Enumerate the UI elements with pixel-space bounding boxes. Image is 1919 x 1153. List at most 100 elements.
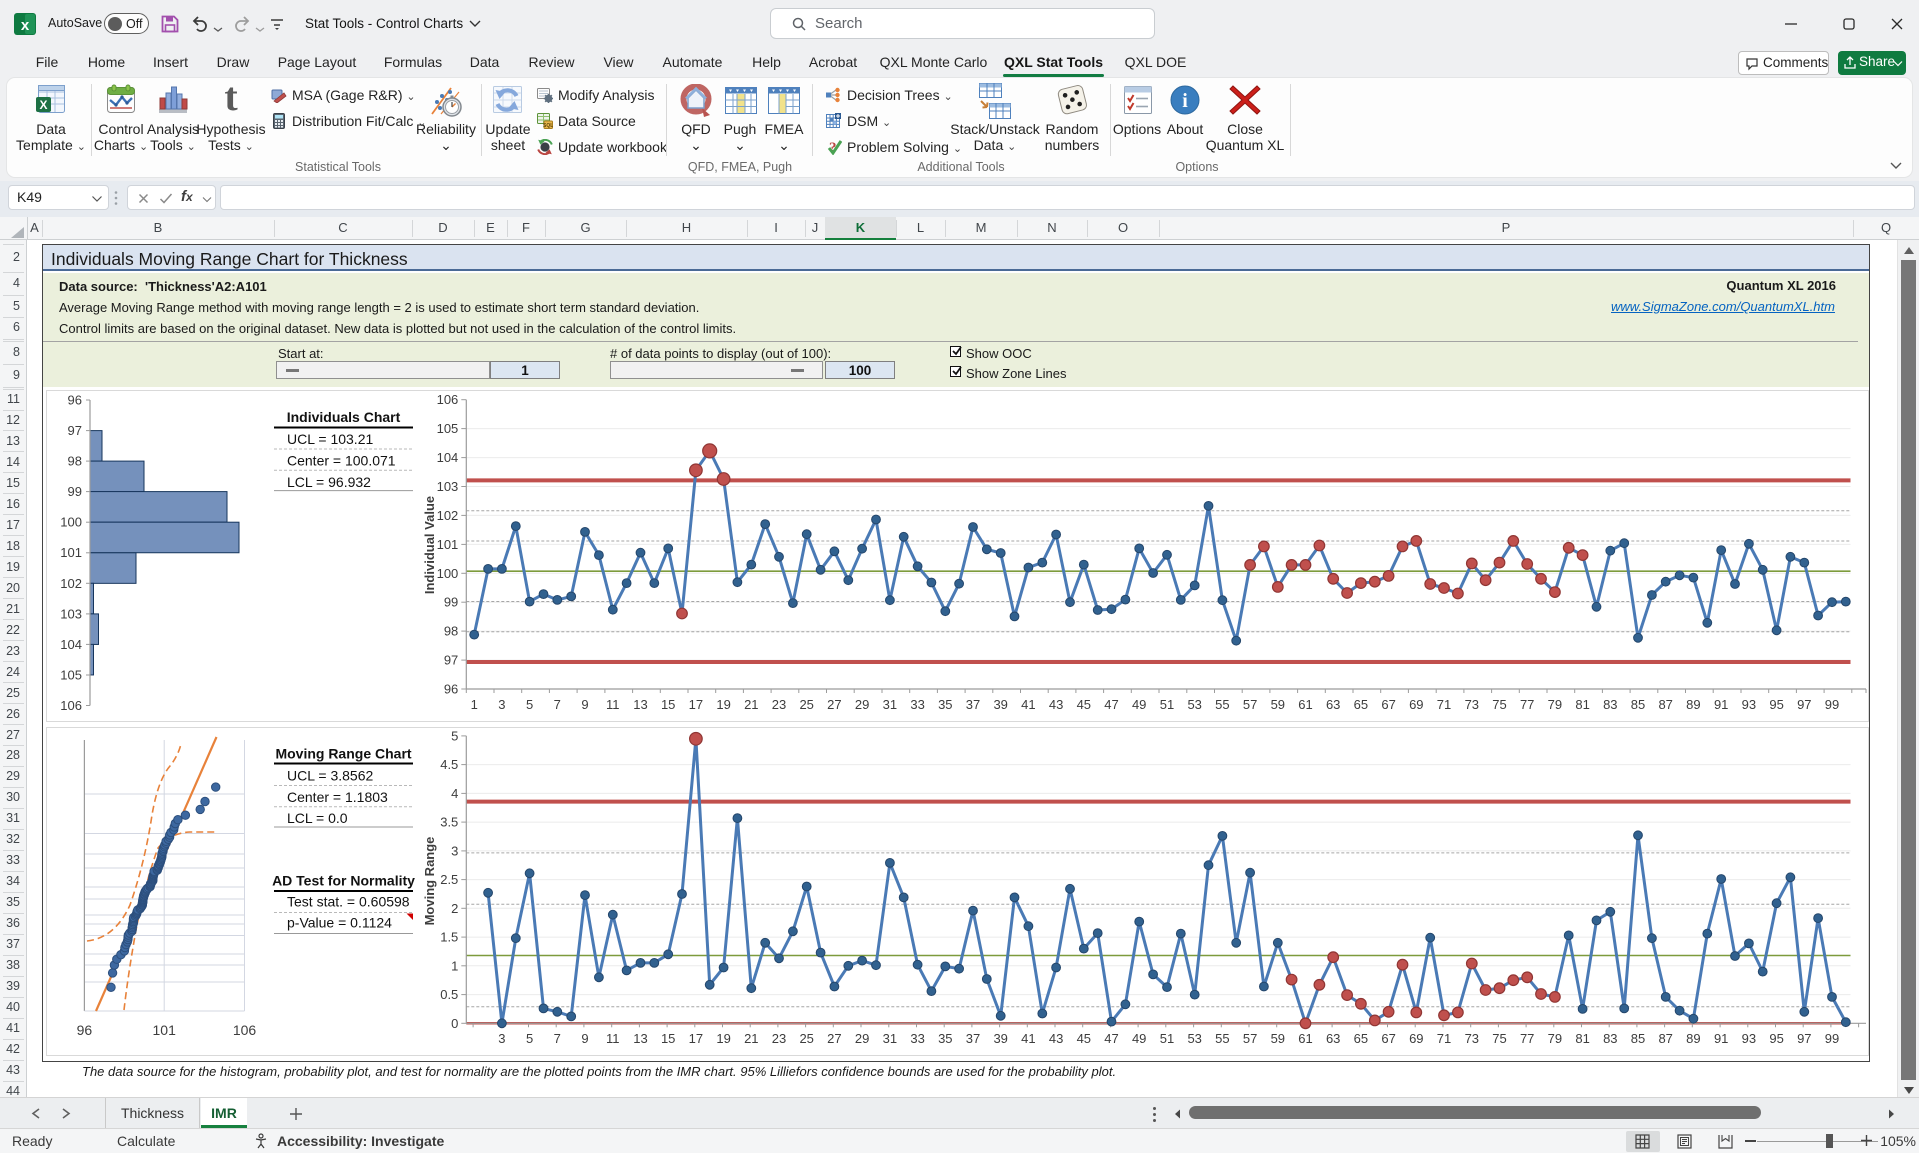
- svg-text:71: 71: [1437, 1031, 1451, 1046]
- svg-text:105: 105: [60, 668, 82, 683]
- svg-text:53: 53: [1187, 697, 1201, 712]
- svg-text:53: 53: [1187, 1031, 1201, 1046]
- svg-text:33: 33: [910, 697, 924, 712]
- svg-text:91: 91: [1714, 1031, 1728, 1046]
- svg-text:25: 25: [799, 697, 813, 712]
- svg-text:104: 104: [60, 637, 82, 652]
- svg-text:43: 43: [1049, 1031, 1063, 1046]
- svg-text:1: 1: [471, 697, 478, 712]
- svg-text:100: 100: [437, 566, 459, 581]
- svg-text:LCL = 0.0: LCL = 0.0: [287, 810, 348, 826]
- svg-text:75: 75: [1492, 1031, 1506, 1046]
- svg-text:106: 106: [60, 698, 82, 713]
- svg-text:27: 27: [827, 697, 841, 712]
- svg-text:59: 59: [1271, 1031, 1285, 1046]
- svg-text:31: 31: [883, 697, 897, 712]
- svg-text:5: 5: [526, 1031, 533, 1046]
- svg-text:71: 71: [1437, 697, 1451, 712]
- svg-text:17: 17: [689, 697, 703, 712]
- svg-text:99: 99: [1825, 697, 1839, 712]
- svg-text:55: 55: [1215, 1031, 1229, 1046]
- svg-text:29: 29: [855, 1031, 869, 1046]
- svg-text:3: 3: [498, 697, 505, 712]
- svg-text:UCL = 103.21: UCL = 103.21: [287, 431, 373, 447]
- svg-text:19: 19: [716, 697, 730, 712]
- svg-text:57: 57: [1243, 697, 1257, 712]
- svg-text:101: 101: [437, 537, 459, 552]
- svg-text:89: 89: [1686, 1031, 1700, 1046]
- svg-text:63: 63: [1326, 697, 1340, 712]
- svg-text:51: 51: [1160, 697, 1174, 712]
- svg-text:1.5: 1.5: [440, 930, 458, 945]
- svg-text:Moving Range Chart: Moving Range Chart: [275, 746, 411, 762]
- svg-text:45: 45: [1077, 697, 1091, 712]
- svg-text:0: 0: [451, 1016, 458, 1031]
- svg-text:98: 98: [444, 624, 458, 639]
- svg-text:67: 67: [1381, 1031, 1395, 1046]
- svg-text:59: 59: [1271, 697, 1285, 712]
- svg-text:49: 49: [1132, 1031, 1146, 1046]
- svg-text:55: 55: [1215, 697, 1229, 712]
- svg-text:21: 21: [744, 697, 758, 712]
- svg-text:67: 67: [1381, 697, 1395, 712]
- svg-text:7: 7: [554, 697, 561, 712]
- svg-text:Individuals Chart: Individuals Chart: [287, 409, 401, 425]
- svg-text:13: 13: [633, 1031, 647, 1046]
- svg-text:97: 97: [444, 653, 458, 668]
- svg-text:45: 45: [1077, 1031, 1091, 1046]
- svg-text:100: 100: [60, 515, 82, 530]
- svg-text:95: 95: [1769, 697, 1783, 712]
- svg-text:23: 23: [772, 697, 786, 712]
- svg-text:3: 3: [451, 843, 458, 858]
- svg-text:61: 61: [1298, 1031, 1312, 1046]
- svg-text:9: 9: [581, 697, 588, 712]
- svg-text:29: 29: [855, 697, 869, 712]
- svg-text:81: 81: [1575, 697, 1589, 712]
- svg-text:Moving Range: Moving Range: [422, 837, 437, 926]
- svg-text:57: 57: [1243, 1031, 1257, 1046]
- svg-text:2: 2: [451, 901, 458, 916]
- svg-text:97: 97: [1797, 1031, 1811, 1046]
- svg-text:13: 13: [633, 697, 647, 712]
- svg-text:4: 4: [451, 786, 458, 801]
- svg-text:9: 9: [581, 1031, 588, 1046]
- svg-text:87: 87: [1658, 1031, 1672, 1046]
- svg-text:LCL = 96.932: LCL = 96.932: [287, 474, 371, 490]
- svg-text:96: 96: [77, 1022, 93, 1038]
- svg-text:5: 5: [526, 697, 533, 712]
- svg-text:99: 99: [444, 595, 458, 610]
- svg-text:33: 33: [910, 1031, 924, 1046]
- svg-text:Test stat. = 0.60598: Test stat. = 0.60598: [287, 894, 410, 910]
- svg-text:27: 27: [827, 1031, 841, 1046]
- svg-text:65: 65: [1354, 1031, 1368, 1046]
- svg-text:98: 98: [68, 454, 82, 469]
- svg-text:41: 41: [1021, 1031, 1035, 1046]
- svg-text:96: 96: [444, 682, 458, 697]
- svg-text:2.5: 2.5: [440, 872, 458, 887]
- svg-text:1: 1: [451, 958, 458, 973]
- svg-text:87: 87: [1658, 697, 1672, 712]
- svg-text:47: 47: [1104, 1031, 1118, 1046]
- svg-text:31: 31: [883, 1031, 897, 1046]
- svg-text:99: 99: [68, 484, 82, 499]
- svg-text:0.5: 0.5: [440, 987, 458, 1002]
- svg-text:35: 35: [938, 1031, 952, 1046]
- svg-text:73: 73: [1465, 697, 1479, 712]
- svg-text:43: 43: [1049, 697, 1063, 712]
- svg-text:89: 89: [1686, 697, 1700, 712]
- svg-text:83: 83: [1603, 1031, 1617, 1046]
- svg-text:51: 51: [1160, 1031, 1174, 1046]
- svg-text:85: 85: [1631, 1031, 1645, 1046]
- svg-text:49: 49: [1132, 697, 1146, 712]
- svg-text:77: 77: [1520, 1031, 1534, 1046]
- svg-text:99: 99: [1825, 1031, 1839, 1046]
- svg-text:3: 3: [498, 1031, 505, 1046]
- svg-text:39: 39: [993, 1031, 1007, 1046]
- svg-text:Center = 1.1803: Center = 1.1803: [287, 789, 388, 805]
- svg-text:69: 69: [1409, 1031, 1423, 1046]
- svg-text:11: 11: [606, 697, 620, 712]
- svg-text:p-Value = 0.1124: p-Value = 0.1124: [287, 915, 392, 931]
- svg-text:103: 103: [437, 479, 459, 494]
- svg-text:15: 15: [661, 697, 675, 712]
- svg-text:15: 15: [661, 1031, 675, 1046]
